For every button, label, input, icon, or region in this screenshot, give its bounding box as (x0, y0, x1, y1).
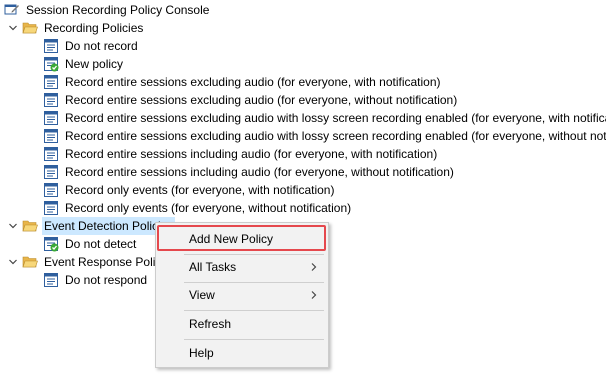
policy-icon (44, 273, 58, 287)
menu-item-all-tasks[interactable]: All Tasks (156, 256, 328, 278)
policy-icon (44, 165, 58, 179)
policy-label: Do not detect (65, 237, 137, 251)
active-policy-icon (44, 237, 59, 252)
chevron-down-icon[interactable] (6, 19, 20, 37)
policy-label: Record entire sessions excluding audio (… (65, 75, 441, 89)
tree-root-label: Session Recording Policy Console (26, 3, 210, 17)
policy-icon (44, 147, 58, 161)
chevron-right-icon (310, 284, 318, 306)
chevron-right-icon (310, 256, 318, 278)
tree-leaf-policy[interactable]: Record entire sessions excluding audio w… (43, 127, 606, 145)
policy-label: Record only events (for everyone, withou… (65, 201, 352, 215)
tree-leaf-policy[interactable]: Record entire sessions excluding audio w… (43, 109, 606, 127)
menu-separator (184, 339, 324, 340)
menu-item-refresh[interactable]: Refresh (156, 313, 328, 335)
policy-label: Do not respond (65, 273, 148, 287)
folder-open-icon (22, 220, 38, 232)
policy-label: Do not record (65, 39, 138, 53)
menu-item-label: All Tasks (189, 260, 237, 274)
tree-leaf-policy[interactable]: Record entire sessions excluding audio (… (43, 91, 459, 109)
highlight-box (157, 225, 326, 251)
chevron-down-icon[interactable] (6, 217, 20, 235)
tree-node-event-detection-policies[interactable]: Event Detection Policies (6, 217, 176, 235)
folder-open-icon (22, 22, 38, 34)
policy-label: Record entire sessions including audio (… (65, 147, 438, 161)
chevron-down-icon[interactable] (6, 253, 20, 271)
menu-item-label: Refresh (189, 317, 232, 331)
menu-separator (184, 282, 324, 283)
console-window: Session Recording Policy Console Recordi… (0, 0, 606, 384)
policy-label: Record entire sessions excluding audio w… (65, 111, 606, 125)
policy-icon (44, 111, 58, 125)
menu-item-view[interactable]: View (156, 284, 328, 306)
tree-leaf-policy[interactable]: Record entire sessions excluding audio (… (43, 73, 443, 91)
tree-root[interactable]: Session Recording Policy Console (4, 1, 211, 19)
tree-leaf-policy[interactable]: Do not detect (43, 235, 138, 253)
tree-leaf-policy[interactable]: Record entire sessions including audio (… (43, 163, 456, 181)
policy-label: Record entire sessions including audio (… (65, 165, 454, 179)
menu-separator (184, 310, 324, 311)
policy-label: Record entire sessions excluding audio w… (65, 129, 606, 143)
policy-icon (44, 129, 58, 143)
tree-node-recording-policies[interactable]: Recording Policies (6, 19, 145, 37)
tree-leaf-policy[interactable]: Record only events (for everyone, withou… (43, 199, 353, 217)
policy-icon (44, 183, 58, 197)
menu-item-label: Help (189, 346, 214, 360)
tree-leaf-policy[interactable]: Do not respond (43, 271, 149, 289)
tree-node-event-response-policies[interactable]: Event Response Policies (6, 253, 179, 271)
policy-label: Record entire sessions excluding audio (… (65, 93, 458, 107)
policy-icon (44, 39, 58, 53)
menu-item-label: View (189, 288, 215, 302)
tree-leaf-policy[interactable]: New policy (43, 55, 125, 73)
console-icon (4, 4, 19, 15)
tree-node-label: Recording Policies (44, 21, 144, 35)
policy-icon (44, 201, 58, 215)
policy-icon (44, 93, 58, 107)
folder-open-icon (22, 256, 38, 268)
policy-label: Record only events (for everyone, with n… (65, 183, 335, 197)
menu-item-help[interactable]: Help (156, 342, 328, 364)
tree-leaf-policy[interactable]: Do not record (43, 37, 140, 55)
policy-label: New policy (65, 57, 124, 71)
tree-leaf-policy[interactable]: Record only events (for everyone, with n… (43, 181, 336, 199)
policy-icon (44, 75, 58, 89)
active-policy-icon (44, 57, 59, 72)
tree-leaf-policy[interactable]: Record entire sessions including audio (… (43, 145, 439, 163)
menu-separator (184, 254, 324, 255)
